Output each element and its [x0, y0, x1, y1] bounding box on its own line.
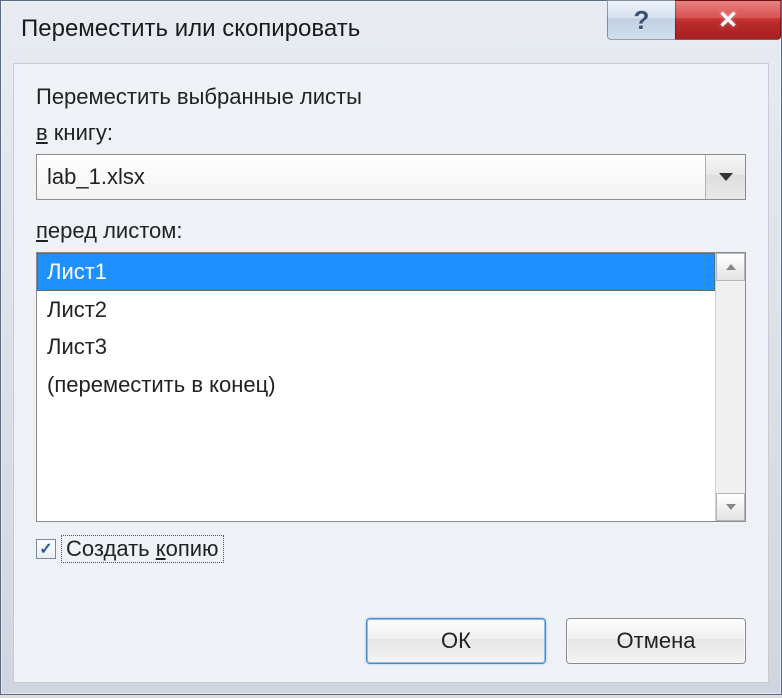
- book-combobox-value: lab_1.xlsx: [47, 164, 705, 190]
- book-label: в книгу:: [36, 120, 113, 146]
- window-title: Переместить или скопировать: [21, 15, 360, 43]
- instruction-text: Переместить выбранные листы: [36, 84, 746, 110]
- chevron-up-icon: [725, 263, 737, 271]
- create-copy-label[interactable]: Создать копию: [62, 536, 223, 562]
- book-combobox[interactable]: lab_1.xlsx: [36, 154, 746, 200]
- create-copy-checkbox[interactable]: ✓: [36, 539, 56, 559]
- before-sheet-label: перед листом:: [36, 218, 183, 244]
- create-copy-row: ✓ Создать копию: [36, 536, 746, 562]
- scroll-up-button[interactable]: [716, 253, 745, 281]
- scroll-down-button[interactable]: [716, 493, 745, 521]
- close-icon: ✕: [718, 6, 738, 35]
- ok-button[interactable]: ОК: [366, 618, 546, 664]
- dialog-buttons: ОК Отмена: [366, 618, 746, 664]
- listbox-scrollbar[interactable]: [715, 253, 745, 521]
- list-item[interactable]: Лист3: [37, 328, 715, 366]
- list-item[interactable]: Лист1: [37, 253, 715, 291]
- dialog-content: Переместить выбранные листы в книгу: lab…: [13, 63, 769, 683]
- dialog-window: Переместить или скопировать ? ✕ Перемест…: [0, 0, 782, 695]
- help-icon: ?: [634, 5, 650, 36]
- cancel-button[interactable]: Отмена: [566, 618, 746, 664]
- list-item[interactable]: (переместить в конец): [37, 366, 715, 404]
- scroll-track[interactable]: [716, 281, 745, 493]
- close-button[interactable]: ✕: [675, 0, 781, 40]
- chevron-down-icon: [718, 172, 734, 182]
- titlebar-buttons: ? ✕: [607, 0, 781, 40]
- sheet-listbox-container: Лист1 Лист2 Лист3 (переместить в конец): [36, 252, 746, 522]
- combobox-dropdown-button[interactable]: [705, 155, 745, 199]
- sheet-listbox[interactable]: Лист1 Лист2 Лист3 (переместить в конец): [37, 253, 715, 521]
- list-item[interactable]: Лист2: [37, 291, 715, 329]
- help-button[interactable]: ?: [607, 0, 675, 40]
- titlebar[interactable]: Переместить или скопировать ? ✕: [1, 1, 781, 57]
- chevron-down-icon: [725, 503, 737, 511]
